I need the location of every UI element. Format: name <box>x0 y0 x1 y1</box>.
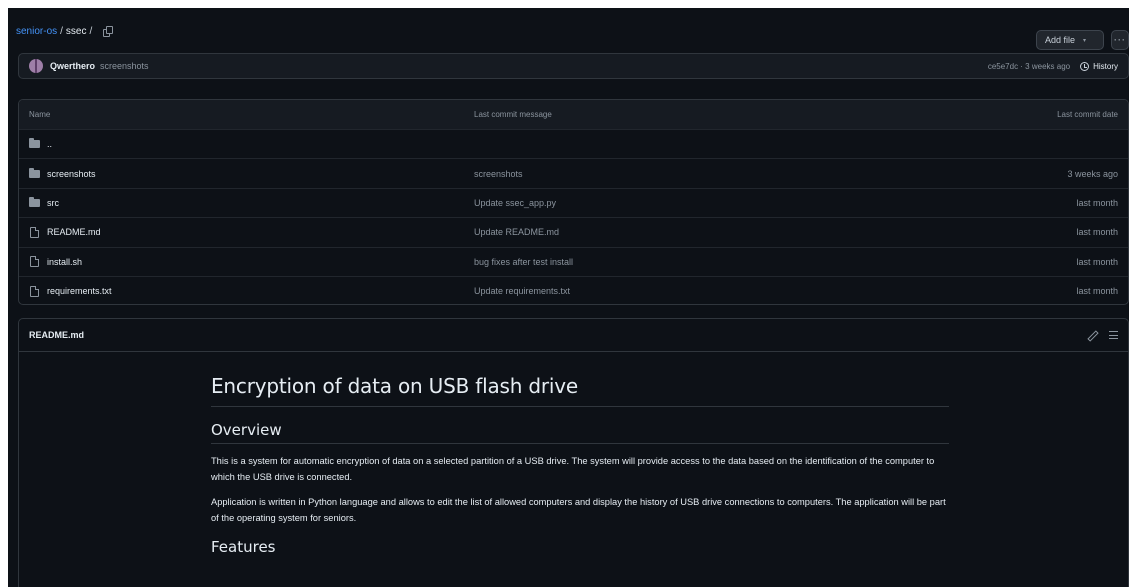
table-row[interactable]: screenshots screenshots 3 weeks ago <box>19 158 1128 187</box>
chevron-down-icon: ▾ <box>1083 37 1087 44</box>
file-commit-date: last month <box>1076 227 1118 238</box>
clock-icon <box>1080 61 1090 71</box>
breadcrumb-trailing-separator: / <box>89 26 93 37</box>
file-name-cell: screenshots <box>29 167 474 179</box>
readme-tools <box>1088 331 1118 340</box>
file-name[interactable]: requirements.txt <box>47 286 112 296</box>
features-heading: Features <box>211 538 276 556</box>
file-commit-message[interactable]: Update README.md <box>474 227 918 237</box>
header-date: Last commit date <box>1057 110 1118 119</box>
file-table: Name Last commit message Last commit dat… <box>18 99 1129 305</box>
history-button[interactable]: History <box>1080 61 1118 71</box>
avatar[interactable] <box>29 59 43 73</box>
commit-message[interactable]: screenshots <box>100 61 149 71</box>
table-row[interactable]: requirements.txt Update requirements.txt… <box>19 275 1128 304</box>
file-table-header: Name Last commit message Last commit dat… <box>19 100 1128 129</box>
copy-path-icon[interactable] <box>103 26 114 37</box>
edit-pencil-icon[interactable] <box>1088 331 1097 340</box>
file-icon <box>30 285 39 297</box>
file-commit-date: 3 weeks ago <box>1067 168 1118 179</box>
file-commit-message[interactable]: Update ssec_app.py <box>474 198 918 208</box>
overview-heading: Overview <box>211 421 949 444</box>
add-file-label: Add file <box>1045 35 1076 45</box>
outline-list-icon[interactable] <box>1109 331 1118 339</box>
table-row[interactable]: .. <box>19 129 1128 158</box>
readme-heading: Encryption of data on USB flash drive <box>211 374 949 407</box>
readme-article: Encryption of data on USB flash drive Ov… <box>211 374 949 560</box>
table-row[interactable]: README.md Update README.md last month <box>19 217 1128 246</box>
file-name-cell: README.md <box>29 226 474 238</box>
file-name[interactable]: install.sh <box>47 257 82 267</box>
readme-panel: README.md Encryption of data on USB flas… <box>18 318 1129 587</box>
add-file-button[interactable]: Add file ▾ <box>1036 30 1104 50</box>
file-icon <box>30 226 39 238</box>
file-name-cell: .. <box>29 138 474 149</box>
repo-page: senior-os / ssec / Add file ▾ ··· Qwerth… <box>8 8 1129 587</box>
table-row[interactable]: src Update ssec_app.py last month <box>19 187 1128 217</box>
folder-icon <box>29 138 40 149</box>
header-message: Last commit message <box>474 110 552 119</box>
file-commit-date: last month <box>1076 197 1118 208</box>
commit-meta[interactable]: ce5e7dc · 3 weeks ago <box>988 62 1070 71</box>
folder-icon <box>29 196 40 207</box>
file-name-cell: requirements.txt <box>29 285 474 297</box>
overview-paragraph-1: This is a system for automatic encryptio… <box>211 456 935 482</box>
file-name-cell: src <box>29 196 474 208</box>
file-icon <box>30 256 39 268</box>
latest-commit-bar: Qwerthero screenshots ce5e7dc · 3 weeks … <box>18 53 1129 79</box>
file-name[interactable]: .. <box>47 139 52 149</box>
folder-icon <box>29 167 40 178</box>
file-name-cell: install.sh <box>29 256 474 268</box>
readme-title[interactable]: README.md <box>29 330 84 340</box>
more-options-button[interactable]: ··· <box>1111 30 1129 50</box>
table-row[interactable]: install.sh bug fixes after test install … <box>19 246 1128 276</box>
breadcrumb: senior-os / ssec / <box>16 26 114 37</box>
header-name: Name <box>29 110 51 119</box>
breadcrumb-separator: / <box>60 26 63 37</box>
file-commit-message[interactable]: screenshots <box>474 169 918 179</box>
commit-meta-group: ce5e7dc · 3 weeks ago History <box>988 61 1118 71</box>
file-name[interactable]: screenshots <box>47 169 96 179</box>
commit-author[interactable]: Qwerthero <box>50 61 95 71</box>
top-bar: senior-os / ssec / Add file ▾ ··· <box>8 22 1129 50</box>
readme-header: README.md <box>19 319 1128 352</box>
file-commit-message[interactable]: Update requirements.txt <box>474 286 918 296</box>
file-name[interactable]: src <box>47 198 59 208</box>
file-name[interactable]: README.md <box>47 227 101 237</box>
breadcrumb-repo-link[interactable]: senior-os <box>16 26 57 37</box>
file-commit-message[interactable]: bug fixes after test install <box>474 257 918 267</box>
overview-paragraph-2: Application is written in Python languag… <box>211 497 946 523</box>
breadcrumb-current-folder: ssec <box>65 26 87 37</box>
file-commit-date: last month <box>1076 286 1118 297</box>
history-label: History <box>1093 61 1118 71</box>
file-commit-date: last month <box>1076 256 1118 267</box>
